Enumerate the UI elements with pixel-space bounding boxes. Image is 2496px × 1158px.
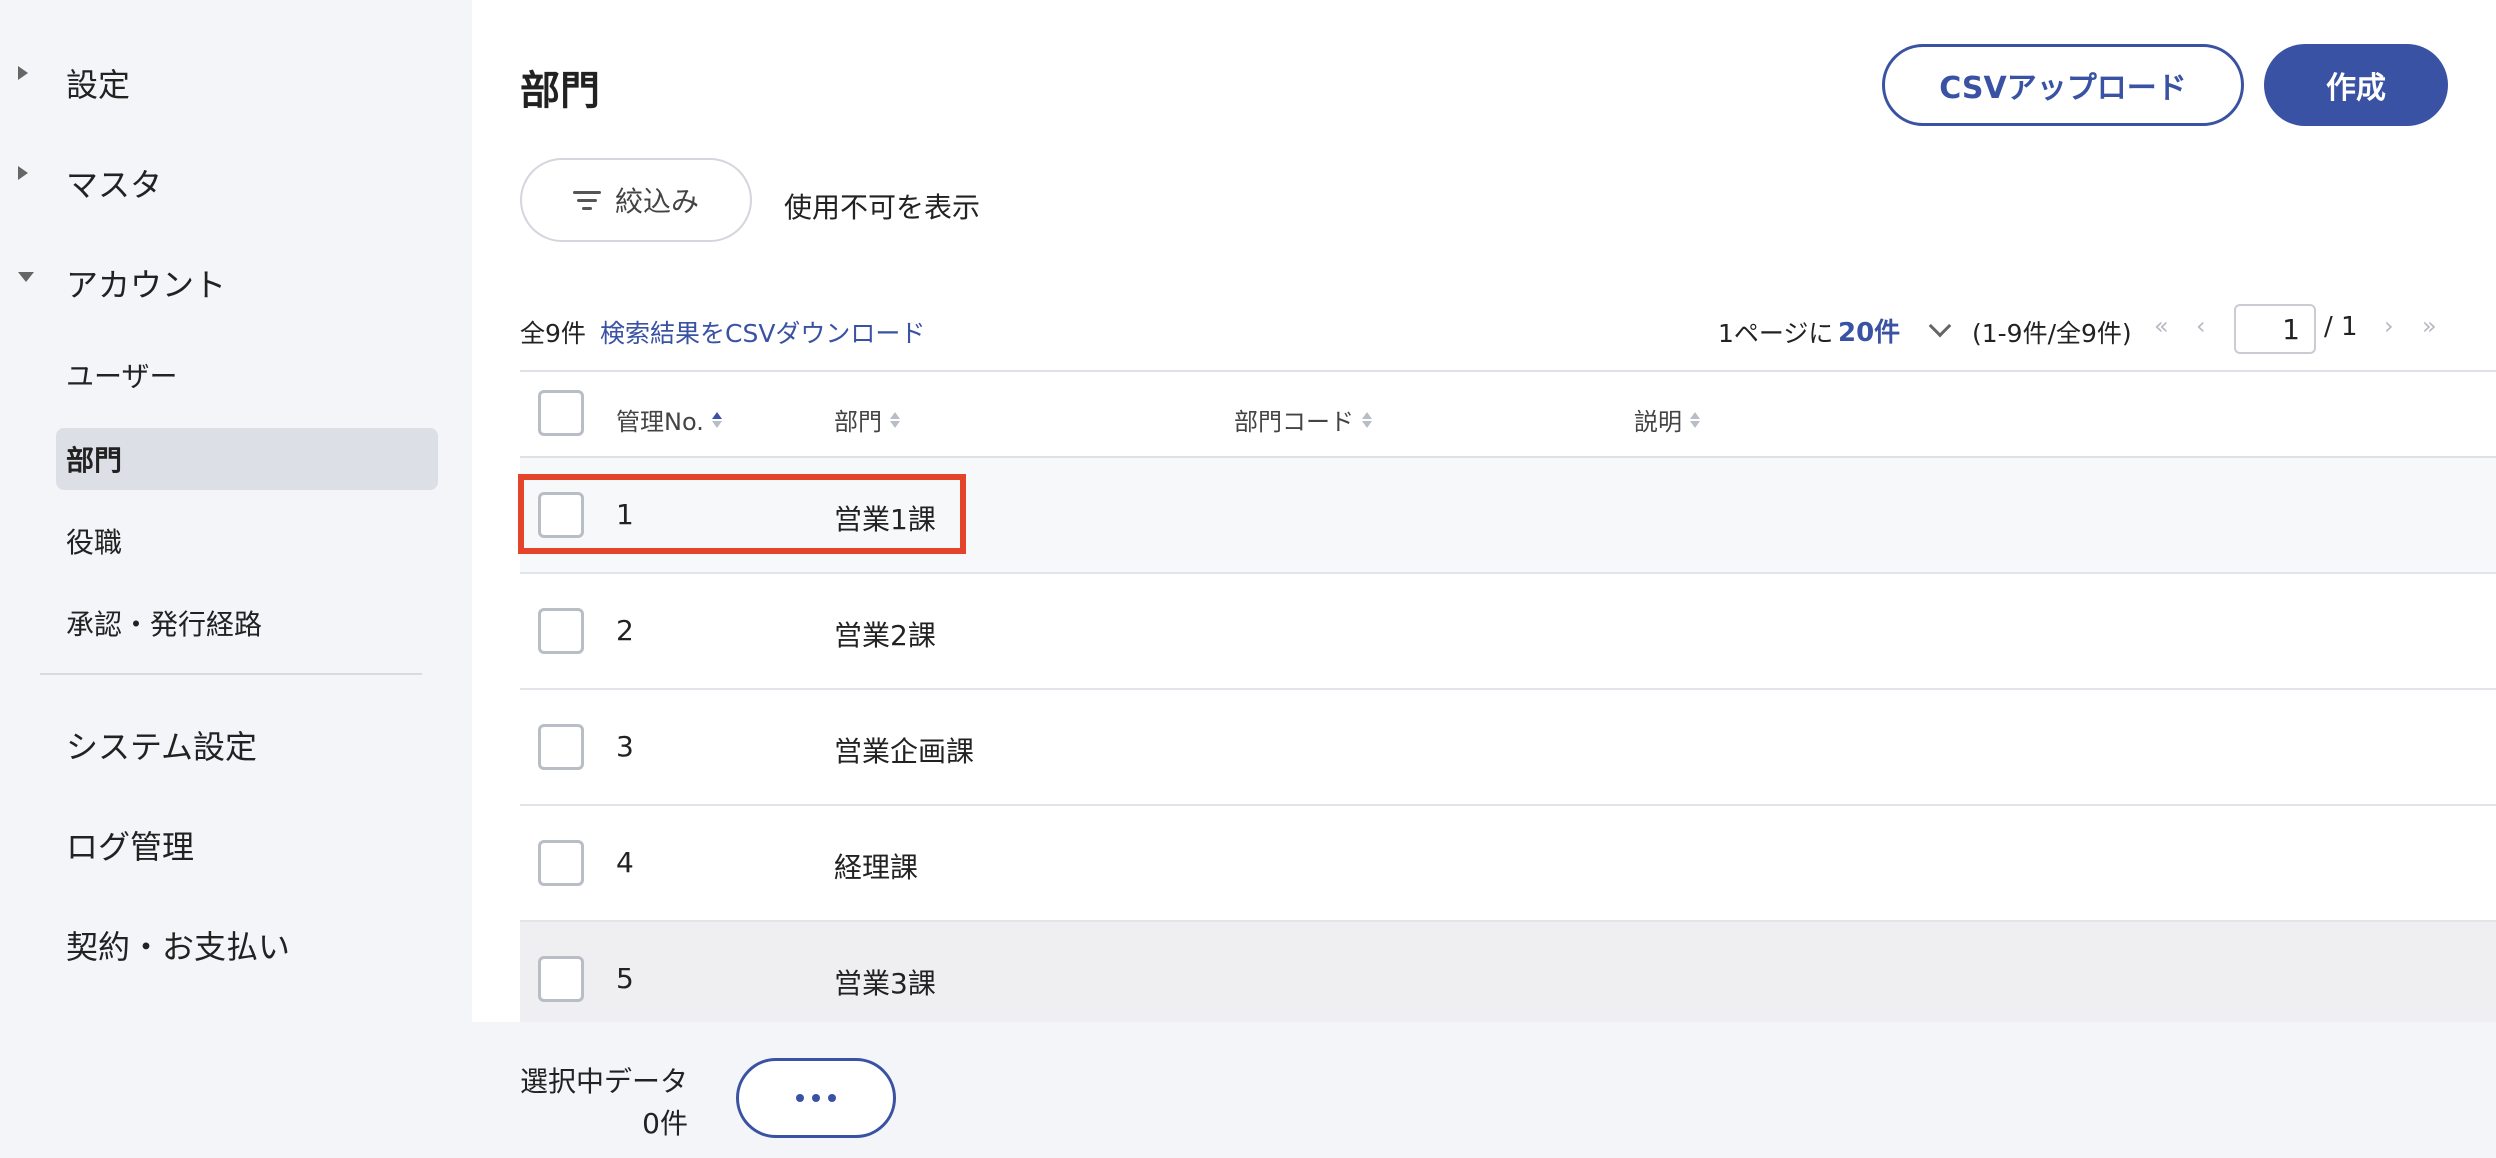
cell-department: 経理課: [834, 851, 919, 884]
page-title: 部門: [520, 68, 600, 114]
table-row[interactable]: 4 経理課: [520, 806, 2496, 922]
ellipsis-icon: [828, 1094, 836, 1102]
caret-down-icon: [18, 272, 34, 282]
sidebar-item-approval-routes[interactable]: 承認・発行経路: [56, 592, 438, 654]
column-header-label: 管理No.: [616, 408, 704, 436]
row-checkbox[interactable]: [538, 492, 584, 538]
select-all-checkbox[interactable]: [538, 390, 584, 436]
table-row[interactable]: 2 営業2課: [520, 574, 2496, 690]
table-row[interactable]: 5 営業3課: [520, 922, 2496, 1038]
cell-department: 営業1課: [834, 503, 936, 536]
cell-no: 1: [616, 498, 634, 531]
table-header: 管理No. 部門 部門コード 説明: [520, 370, 2496, 458]
caret-right-icon: [18, 66, 28, 80]
show-disabled-toggle[interactable]: 使用不可を表示: [784, 186, 980, 226]
chevron-down-icon[interactable]: [1928, 314, 1952, 338]
sidebar-item-contract-payment[interactable]: 契約・お支払い: [66, 922, 290, 968]
sidebar-section-master-label[interactable]: マスタ: [66, 160, 162, 206]
sidebar-item-label: 承認・発行経路: [66, 608, 263, 641]
column-header-department[interactable]: 部門: [834, 402, 900, 437]
ellipsis-icon: [812, 1094, 820, 1102]
row-checkbox[interactable]: [538, 608, 584, 654]
table-row[interactable]: 3 営業企画課: [520, 690, 2496, 806]
sidebar: 設定 マスタ アカウント ユーザー 部門 役職 承認・発行経路 システム設定 ロ…: [0, 0, 472, 1158]
per-page-select[interactable]: 20件: [1838, 312, 1900, 349]
cell-department: 営業2課: [834, 619, 936, 652]
column-header-label: 説明: [1634, 408, 1682, 436]
column-header-label: 部門コード: [1234, 408, 1354, 436]
column-header-description[interactable]: 説明: [1634, 402, 1700, 437]
main-content: 部門 CSVアップロード 作成 絞込み 使用不可を表示 全9件 検索結果をCSV…: [472, 0, 2496, 1158]
selection-footer: 選択中データ 0件: [472, 1022, 2496, 1158]
sidebar-divider: [40, 673, 422, 675]
sidebar-section-account-label[interactable]: アカウント: [66, 260, 226, 306]
sort-icon: [1362, 411, 1372, 428]
range-text: (1-9件/全9件): [1972, 319, 2132, 348]
first-page-icon[interactable]: «: [2154, 312, 2169, 340]
sort-icon: [711, 411, 722, 428]
more-actions-button[interactable]: [736, 1058, 896, 1138]
sidebar-item-users[interactable]: ユーザー: [56, 344, 438, 406]
sidebar-item-departments[interactable]: 部門: [56, 428, 438, 490]
cell-department: 営業企画課: [834, 735, 975, 768]
sidebar-item-label: 部門: [66, 444, 123, 477]
column-header-department-code[interactable]: 部門コード: [1234, 402, 1372, 437]
sort-icon: [890, 411, 900, 428]
cell-no: 2: [616, 614, 634, 647]
filter-button[interactable]: 絞込み: [520, 158, 752, 242]
row-checkbox[interactable]: [538, 840, 584, 886]
sidebar-section-settings-label[interactable]: 設定: [66, 60, 130, 106]
cell-department: 営業3課: [834, 967, 936, 1000]
filter-icon: [572, 190, 601, 210]
last-page-icon[interactable]: »: [2422, 312, 2437, 340]
sidebar-item-log-management[interactable]: ログ管理: [66, 822, 194, 868]
sort-icon: [1690, 411, 1700, 428]
filter-button-label: 絞込み: [614, 185, 699, 218]
prev-page-icon[interactable]: ‹: [2196, 312, 2206, 340]
selected-data-label: 選択中データ: [520, 1065, 689, 1098]
csv-upload-button[interactable]: CSVアップロード: [1882, 44, 2244, 126]
selected-data-count: 0件: [642, 1107, 688, 1140]
per-page-label: 1ページに: [1718, 319, 1834, 348]
next-page-icon[interactable]: ›: [2384, 312, 2394, 340]
caret-right-icon: [18, 166, 28, 180]
column-header-no[interactable]: 管理No.: [616, 402, 722, 437]
sidebar-item-positions[interactable]: 役職: [56, 510, 438, 572]
ellipsis-icon: [796, 1094, 804, 1102]
row-checkbox[interactable]: [538, 724, 584, 770]
app-root: 設定 マスタ アカウント ユーザー 部門 役職 承認・発行経路 システム設定 ロ…: [0, 0, 2496, 1158]
cell-no: 4: [616, 846, 634, 879]
total-count: 全9件: [520, 319, 586, 348]
sidebar-item-system-settings[interactable]: システム設定: [66, 722, 257, 768]
row-checkbox[interactable]: [538, 956, 584, 1002]
table-row[interactable]: 1 営業1課: [520, 458, 2496, 574]
page-number-input[interactable]: [2234, 304, 2316, 354]
column-header-label: 部門: [834, 408, 882, 436]
page-total: / 1: [2324, 312, 2358, 342]
cell-no: 3: [616, 730, 634, 763]
sidebar-item-label: 役職: [66, 526, 123, 559]
sidebar-item-label: ユーザー: [66, 360, 178, 393]
csv-download-link[interactable]: 検索結果をCSVダウンロード: [600, 314, 925, 350]
create-button[interactable]: 作成: [2264, 44, 2448, 126]
cell-no: 5: [616, 962, 634, 995]
